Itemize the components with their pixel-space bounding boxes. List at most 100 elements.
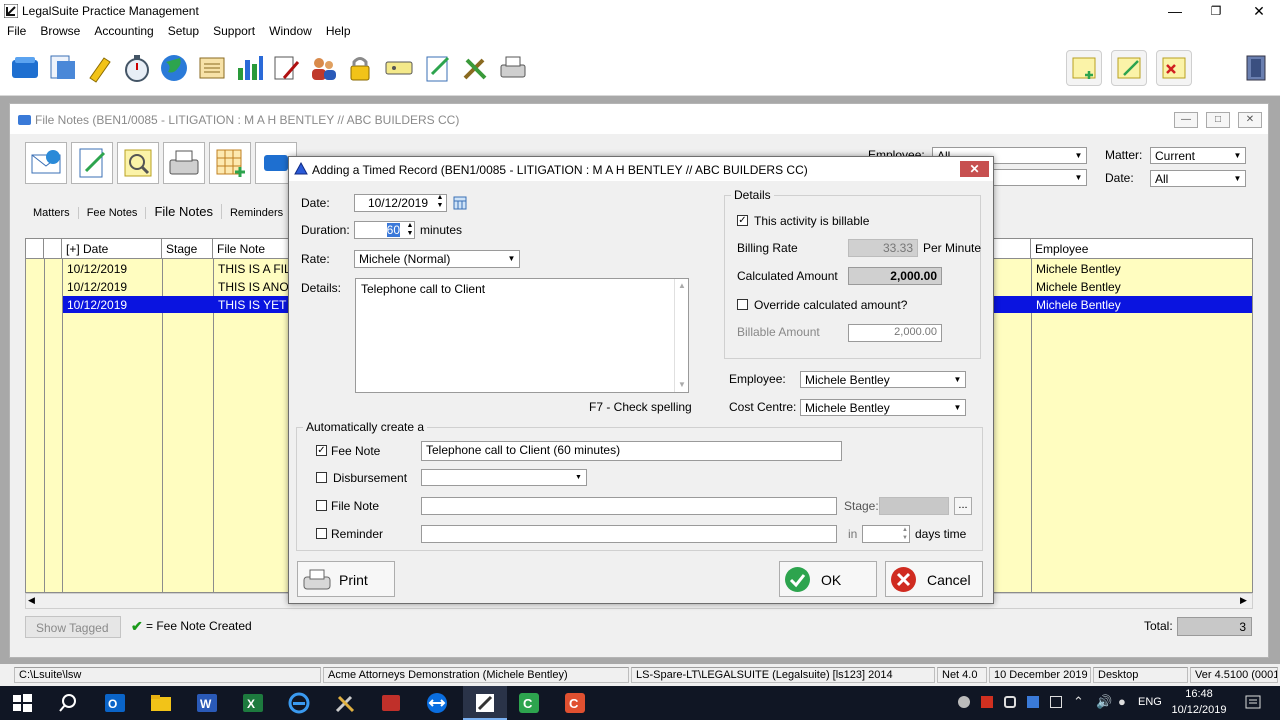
fee-note-input[interactable]: Telephone call to Client (60 minutes) — [421, 441, 842, 461]
menu-file[interactable]: File — [0, 22, 33, 38]
restore-icon[interactable]: ❐ — [1193, 0, 1239, 22]
reminder-checkbox[interactable] — [316, 528, 327, 539]
menu-accounting[interactable]: Accounting — [87, 22, 160, 38]
bar-chart-icon[interactable] — [233, 52, 265, 84]
camtasia-green-icon[interactable]: C — [517, 691, 541, 715]
volume-icon[interactable]: 🔊 — [1096, 694, 1112, 710]
table-row-employee[interactable]: Michele Bentley — [1032, 260, 1232, 277]
highlighter-icon[interactable] — [84, 52, 116, 84]
reminder-input[interactable] — [421, 525, 837, 543]
billable-amount-field[interactable]: 2,000.00 — [848, 324, 942, 342]
search-icon[interactable] — [56, 691, 80, 715]
outlook-icon[interactable]: O — [103, 691, 127, 715]
internet-explorer-icon[interactable] — [287, 691, 311, 715]
table-row-employee[interactable]: Michele Bentley — [1032, 296, 1232, 313]
tab-reminders[interactable]: Reminders — [222, 207, 293, 219]
windows-start-icon[interactable] — [10, 691, 34, 715]
scroll-right-icon[interactable]: ▶ — [1240, 595, 1247, 606]
cancel-button[interactable]: Cancel — [885, 561, 983, 597]
document-pen-icon[interactable] — [270, 52, 302, 84]
tray-status-icon[interactable] — [958, 696, 970, 708]
camtasia-red-icon[interactable]: C — [563, 691, 587, 715]
date-spinner-icon[interactable]: ▲ ▼ — [434, 194, 446, 212]
teamviewer-icon[interactable] — [425, 691, 449, 715]
close-icon[interactable]: ✕ — [1236, 0, 1280, 22]
menu-support[interactable]: Support — [206, 22, 262, 38]
ok-button[interactable]: OK — [779, 561, 877, 597]
calendar-icon[interactable] — [453, 196, 467, 210]
details-textarea[interactable]: Telephone call to Client — [355, 278, 689, 393]
new-note-icon[interactable] — [1066, 50, 1102, 86]
edit-note-icon[interactable] — [1111, 50, 1147, 86]
ticket-icon[interactable] — [383, 52, 415, 84]
table-row-date[interactable]: 10/12/2019 — [63, 296, 162, 313]
cost-centre-select[interactable]: Michele Bentley ▼ — [800, 399, 966, 416]
tray-monitor-icon[interactable] — [1050, 696, 1062, 708]
details-scrollbar[interactable]: ▲ ▼ — [674, 279, 688, 392]
date-filter-select[interactable]: All ▼ — [1150, 170, 1246, 187]
fee-note-checkbox[interactable]: ✓ — [316, 445, 327, 456]
stage-browse-button[interactable]: ... — [954, 497, 972, 515]
table-row-employee[interactable]: Michele Bentley — [1032, 278, 1232, 295]
edit-document-icon[interactable] — [422, 52, 454, 84]
word-icon[interactable]: W — [195, 691, 219, 715]
print-icon[interactable] — [163, 142, 205, 184]
language-indicator[interactable]: ENG — [1138, 696, 1162, 708]
grid-header-employee[interactable]: Employee — [1031, 239, 1252, 259]
tray-security-icon[interactable] — [1004, 696, 1016, 708]
tab-file-notes[interactable]: File Notes — [146, 204, 222, 219]
ledger-icon[interactable] — [196, 52, 228, 84]
tools-icon[interactable] — [459, 52, 491, 84]
child-close-icon[interactable]: ✕ — [1238, 112, 1262, 128]
grid-header-stage[interactable]: Stage — [162, 239, 213, 259]
print-button[interactable]: Print — [297, 561, 395, 597]
add-record-icon[interactable] — [209, 142, 251, 184]
tab-matters[interactable]: Matters — [25, 207, 79, 219]
file-note-input[interactable] — [421, 497, 837, 515]
scroll-left-icon[interactable]: ◀ — [28, 595, 35, 606]
menu-browse[interactable]: Browse — [33, 22, 87, 38]
red-app-icon[interactable] — [379, 691, 403, 715]
show-tagged-button[interactable]: Show Tagged — [25, 616, 121, 638]
scroll-up-icon[interactable]: ▲ — [678, 281, 686, 290]
documents-icon[interactable] — [47, 52, 79, 84]
excel-icon[interactable]: X — [241, 691, 265, 715]
file-note-checkbox[interactable] — [316, 500, 327, 511]
table-row-date[interactable]: 10/12/2019 — [63, 278, 162, 295]
tray-network-icon[interactable] — [1027, 696, 1039, 708]
exit-door-icon[interactable] — [1240, 52, 1272, 84]
minimize-icon[interactable]: — — [1152, 0, 1198, 22]
duration-spinner-icon[interactable]: ▲ ▼ — [404, 222, 416, 239]
delete-note-icon[interactable] — [1156, 50, 1192, 86]
dialog-close-icon[interactable]: ✕ — [960, 161, 989, 177]
stopwatch-icon[interactable] — [121, 52, 153, 84]
matter-filter-select[interactable]: Current ▼ — [1150, 147, 1246, 164]
taskbar-time[interactable]: 16:48 — [1174, 688, 1224, 700]
notifications-icon[interactable] — [1244, 694, 1262, 712]
globe-icon[interactable] — [158, 52, 190, 84]
printer-icon[interactable] — [497, 52, 529, 84]
table-row-date[interactable]: 10/12/2019 — [63, 260, 162, 277]
employee-select[interactable]: Michele Bentley ▼ — [800, 371, 966, 388]
file-explorer-icon[interactable] — [149, 691, 173, 715]
tray-chevron-icon[interactable]: ⌃ — [1073, 694, 1084, 710]
taskbar-date[interactable]: 10/12/2019 — [1170, 704, 1228, 716]
disbursement-select[interactable]: ▼ — [421, 469, 587, 486]
menu-window[interactable]: Window — [262, 22, 319, 38]
disbursement-checkbox[interactable] — [316, 472, 327, 483]
find-icon[interactable] — [117, 142, 159, 184]
matters-icon[interactable] — [9, 52, 41, 84]
grid-header-date[interactable]: [+] Date — [62, 239, 162, 259]
child-restore-icon[interactable]: □ — [1206, 112, 1230, 128]
people-icon[interactable] — [307, 52, 339, 84]
email-icon[interactable] — [25, 142, 67, 184]
rate-select[interactable]: Michele (Normal) ▼ — [354, 250, 520, 268]
legalsuite-task-active[interactable] — [463, 686, 507, 720]
lock-icon[interactable] — [344, 52, 376, 84]
days-spinner-icon[interactable]: ▲ ▼ — [900, 526, 910, 542]
menu-help[interactable]: Help — [319, 22, 358, 38]
scroll-down-icon[interactable]: ▼ — [678, 380, 686, 389]
edit-icon[interactable] — [71, 142, 113, 184]
menu-setup[interactable]: Setup — [161, 22, 206, 38]
billable-checkbox[interactable]: ✓ — [737, 215, 748, 226]
